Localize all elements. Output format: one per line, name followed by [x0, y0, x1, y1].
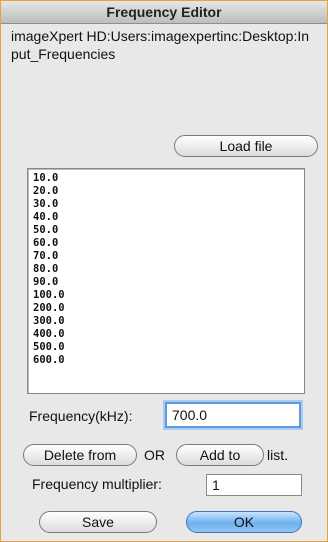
frequency-list-items: 10.0 20.0 30.0 40.0 50.0 60.0 70.0 80.0 90.0 100.…	[28, 169, 304, 367]
file-path-text: imageXpert HD:Users:imagexpertinc:Deskto…	[11, 28, 310, 62]
frequency-list-item[interactable]: 300.0	[33, 315, 304, 328]
list-label: list.	[267, 447, 288, 463]
frequency-list-item[interactable]: 20.0	[33, 185, 304, 198]
frequency-list-item[interactable]: 80.0	[33, 263, 304, 276]
frequency-list-item[interactable]: 30.0	[33, 198, 304, 211]
frequency-editor-window: Frequency Editor imageXpert HD:Users:ima…	[0, 0, 328, 542]
frequency-list-item[interactable]: 90.0	[33, 276, 304, 289]
frequency-list-item[interactable]: 60.0	[33, 237, 304, 250]
ok-button[interactable]: OK	[186, 511, 302, 533]
delete-from-button[interactable]: Delete from	[23, 444, 137, 466]
save-button[interactable]: Save	[39, 511, 157, 533]
frequency-list-item[interactable]: 70.0	[33, 250, 304, 263]
frequency-input[interactable]	[165, 402, 301, 428]
frequency-list-item[interactable]: 400.0	[33, 328, 304, 341]
frequency-list-item[interactable]: 500.0	[33, 341, 304, 354]
frequency-list[interactable]: 10.0 20.0 30.0 40.0 50.0 60.0 70.0 80.0 90.0 100.…	[27, 168, 305, 394]
frequency-list-item[interactable]: 200.0	[33, 302, 304, 315]
frequency-label: Frequency(kHz):	[29, 408, 133, 424]
frequency-list-item[interactable]: 40.0	[33, 211, 304, 224]
frequency-list-item[interactable]: 50.0	[33, 224, 304, 237]
window-title[interactable]: Frequency Editor	[1, 1, 327, 24]
load-file-button[interactable]: Load file	[174, 135, 318, 157]
add-to-button[interactable]: Add to	[176, 444, 264, 466]
multiplier-label: Frequency multiplier:	[32, 476, 162, 492]
frequency-list-item[interactable]: 10.0	[33, 172, 304, 185]
frequency-list-item[interactable]: 600.0	[33, 354, 304, 367]
multiplier-input[interactable]	[206, 474, 302, 496]
or-label: OR	[144, 447, 165, 463]
frequency-list-item[interactable]: 100.0	[33, 289, 304, 302]
